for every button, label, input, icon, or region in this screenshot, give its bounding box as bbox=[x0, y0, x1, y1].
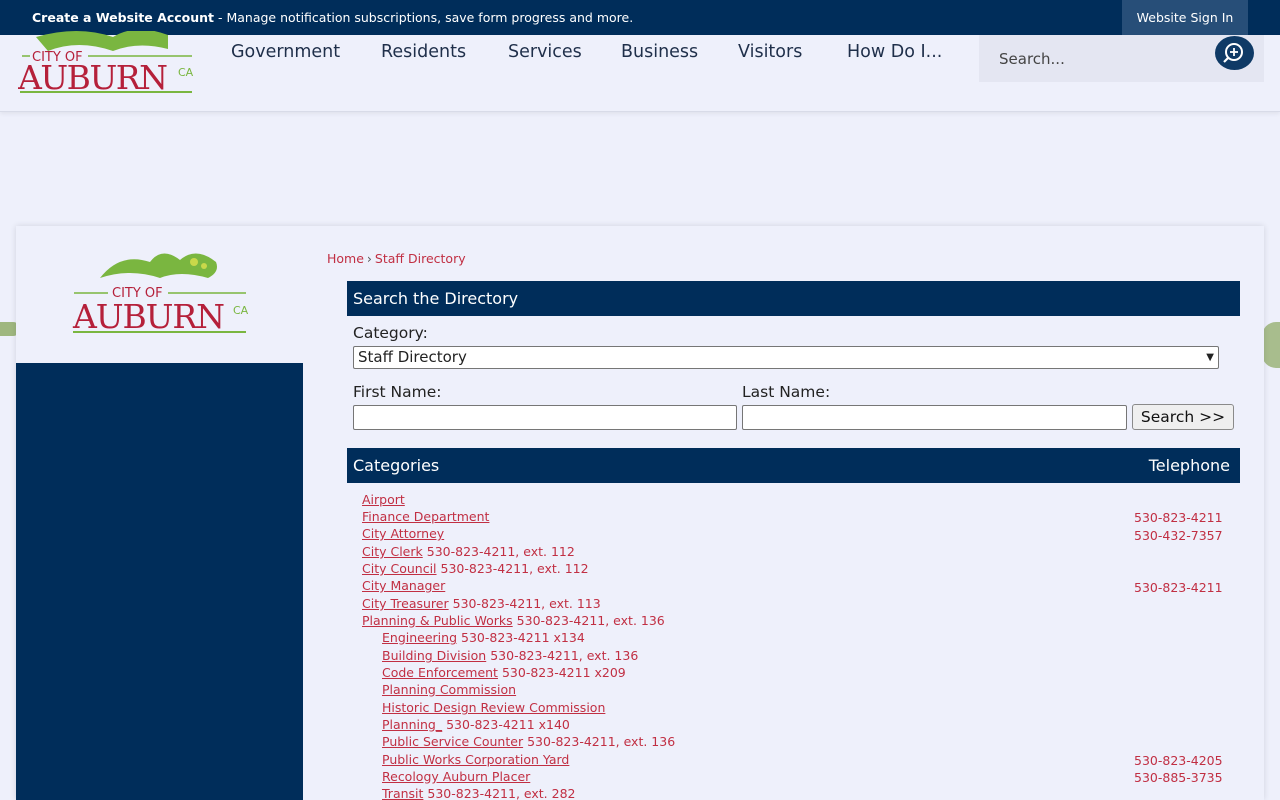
directory-search-title: Search the Directory bbox=[353, 289, 519, 308]
logo-ca: CA bbox=[178, 66, 194, 79]
nav-residents[interactable]: Residents bbox=[381, 42, 466, 62]
category-selected-value: Staff Directory bbox=[358, 348, 467, 366]
list-item: City Treasurer 530-823-4211, ext. 113 bbox=[362, 596, 601, 613]
directory-search-button[interactable]: Search >> bbox=[1132, 404, 1234, 430]
first-name-label: First Name: bbox=[353, 383, 442, 401]
category-link[interactable]: Recology Auburn Placer bbox=[382, 769, 530, 784]
create-account-link[interactable]: Create a Website Account bbox=[32, 10, 214, 25]
website-sign-in-button[interactable]: Website Sign In bbox=[1122, 0, 1248, 35]
search-button[interactable] bbox=[1215, 36, 1254, 70]
category-select[interactable]: Staff Directory ▼ bbox=[353, 346, 1219, 369]
breadcrumb-separator: › bbox=[366, 251, 372, 266]
breadcrumb-home[interactable]: Home bbox=[327, 251, 364, 266]
categories-title: Categories bbox=[353, 456, 440, 475]
list-item: City Attorney bbox=[362, 526, 444, 543]
breadcrumb: Home › Staff Directory bbox=[327, 251, 466, 266]
list-item: Building Division 530-823-4211, ext. 136 bbox=[382, 648, 638, 665]
list-item: City Clerk 530-823-4211, ext. 112 bbox=[362, 544, 575, 561]
first-name-input[interactable] bbox=[353, 405, 737, 430]
category-link[interactable]: Building Division bbox=[382, 648, 486, 663]
category-link[interactable]: Public Works Corporation Yard bbox=[382, 752, 569, 767]
category-link[interactable]: Planning Commission bbox=[382, 682, 516, 697]
list-item: Public Service Counter 530-823-4211, ext.… bbox=[382, 734, 675, 751]
telephone-header: Telephone bbox=[1148, 456, 1230, 475]
category-link[interactable]: City Treasurer bbox=[362, 596, 449, 611]
nav-visitors[interactable]: Visitors bbox=[738, 42, 802, 62]
create-account-message: Create a Website Account - Manage notifi… bbox=[32, 10, 633, 25]
category-inline-phone: 530-823-4211, ext. 113 bbox=[452, 596, 601, 611]
list-item: Public Works Corporation Yard bbox=[382, 752, 569, 769]
breadcrumb-current[interactable]: Staff Directory bbox=[375, 251, 466, 266]
sidebar-logo-ca: CA bbox=[233, 304, 249, 317]
search-icon bbox=[1223, 43, 1243, 63]
city-logo[interactable]: CITY OF AUBURN CA bbox=[18, 31, 196, 99]
categories-header: Categories Telephone bbox=[347, 448, 1240, 483]
list-item: Finance Department bbox=[362, 509, 489, 526]
category-link[interactable]: City Manager bbox=[362, 578, 445, 593]
category-inline-phone: 530-823-4211, ext. 112 bbox=[426, 544, 575, 559]
category-inline-phone: 530-823-4211, ext. 136 bbox=[527, 734, 676, 749]
list-item: Planning_ 530-823-4211 x140 bbox=[382, 717, 570, 734]
list-item: Recology Auburn Placer bbox=[382, 769, 530, 786]
category-link[interactable]: Planning & Public Works bbox=[362, 613, 513, 628]
category-link[interactable]: Transit bbox=[382, 786, 423, 800]
last-name-input[interactable] bbox=[742, 405, 1127, 430]
list-item: City Council 530-823-4211, ext. 112 bbox=[362, 561, 589, 578]
category-link[interactable]: Planning_ bbox=[382, 717, 442, 732]
category-link[interactable]: Historic Design Review Commission bbox=[382, 700, 605, 715]
sidebar-navigation bbox=[16, 363, 303, 800]
list-item: Code Enforcement 530-823-4211 x209 bbox=[382, 665, 626, 682]
create-account-description: - Manage notification subscriptions, sav… bbox=[217, 10, 634, 25]
category-link[interactable]: City Attorney bbox=[362, 526, 444, 541]
category-link[interactable]: Engineering bbox=[382, 630, 457, 645]
category-telephone: 530-432-7357 bbox=[1134, 528, 1223, 543]
category-link[interactable]: Public Service Counter bbox=[382, 734, 523, 749]
last-name-label: Last Name: bbox=[742, 383, 831, 401]
list-item: Engineering 530-823-4211 x134 bbox=[382, 630, 585, 647]
sidebar-logo[interactable]: CITY OF AUBURN CA bbox=[70, 248, 250, 338]
category-link[interactable]: Airport bbox=[362, 492, 405, 507]
category-inline-phone: 530-823-4211, ext. 112 bbox=[440, 561, 589, 576]
category-link[interactable]: City Clerk bbox=[362, 544, 423, 559]
chevron-down-icon: ▼ bbox=[1206, 352, 1214, 363]
decorative-band-right bbox=[1262, 322, 1280, 368]
nav-business[interactable]: Business bbox=[621, 42, 698, 62]
search-input[interactable] bbox=[979, 35, 1209, 82]
nav-government[interactable]: Government bbox=[231, 42, 340, 62]
site-search bbox=[979, 35, 1264, 82]
category-link[interactable]: Finance Department bbox=[362, 509, 489, 524]
list-item: Historic Design Review Commission bbox=[382, 700, 605, 717]
list-item: Planning & Public Works 530-823-4211, ext… bbox=[362, 613, 665, 630]
category-telephone: 530-885-3735 bbox=[1134, 770, 1223, 785]
list-item: Airport bbox=[362, 492, 405, 509]
list-item: City Manager bbox=[362, 578, 445, 595]
category-inline-phone: 530-823-4211, ext. 136 bbox=[490, 648, 639, 663]
category-inline-phone: 530-823-4211 x134 bbox=[461, 630, 585, 645]
category-telephone: 530-823-4205 bbox=[1134, 753, 1223, 768]
list-item: Planning Commission bbox=[382, 682, 516, 699]
category-label: Category: bbox=[353, 324, 428, 342]
category-inline-phone: 530-823-4211, ext. 282 bbox=[427, 786, 576, 800]
directory-search-header: Search the Directory bbox=[347, 281, 1240, 316]
category-telephone: 530-823-4211 bbox=[1134, 510, 1223, 525]
site-header: CITY OF AUBURN CA Government Residents S… bbox=[0, 31, 1280, 112]
nav-services[interactable]: Services bbox=[508, 42, 582, 62]
category-telephone: 530-823-4211 bbox=[1134, 580, 1223, 595]
list-item: Transit 530-823-4211, ext. 282 bbox=[382, 786, 575, 800]
category-inline-phone: 530-823-4211 x209 bbox=[501, 665, 626, 680]
category-link[interactable]: City Council bbox=[362, 561, 437, 576]
category-inline-phone: 530-823-4211 x140 bbox=[446, 717, 570, 732]
nav-how-do-i[interactable]: How Do I... bbox=[847, 42, 942, 62]
top-bar: Create a Website Account - Manage notifi… bbox=[0, 0, 1280, 35]
category-inline-phone: 530-823-4211, ext. 136 bbox=[516, 613, 665, 628]
sidebar-logo-auburn: AUBURN bbox=[72, 297, 225, 336]
category-link[interactable]: Code Enforcement bbox=[382, 665, 498, 680]
